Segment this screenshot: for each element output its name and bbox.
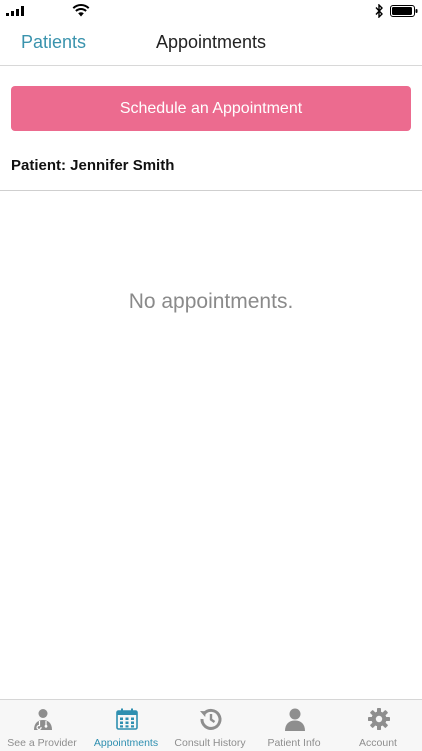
tab-label: Appointments — [93, 737, 159, 749]
tab-account[interactable]: Account — [336, 700, 420, 751]
tab-patient-info[interactable]: Patient Info — [252, 700, 336, 751]
bluetooth-icon — [375, 4, 383, 18]
battery-icon — [390, 5, 418, 17]
tab-label: Patient Info — [267, 737, 321, 749]
cellular-signal-icon — [6, 6, 24, 16]
calendar-icon — [116, 708, 138, 730]
tab-consult-history[interactable]: Consult History — [168, 700, 252, 751]
person-icon — [285, 708, 305, 731]
doctor-icon — [34, 709, 52, 731]
history-icon — [200, 708, 222, 730]
gear-icon — [368, 708, 390, 730]
empty-state-message: No appointments. — [128, 290, 294, 313]
tab-appointments[interactable]: Appointments — [84, 700, 168, 751]
tab-label: Consult History — [174, 737, 246, 749]
patient-name-label: Patient: Jennifer Smith — [11, 157, 175, 174]
wifi-icon — [72, 4, 90, 17]
tab-bar: See a Provider Appointments Consult Hist… — [0, 699, 422, 751]
status-bar — [0, 0, 422, 22]
tab-label: Account — [359, 737, 397, 749]
navigation-bar: Patients Appointments — [0, 22, 422, 66]
patient-header: Patient: Jennifer Smith — [0, 144, 422, 191]
tab-label: See a Provider — [7, 737, 77, 749]
schedule-appointment-button[interactable]: Schedule an Appointment — [11, 86, 411, 131]
tab-see-a-provider[interactable]: See a Provider — [0, 700, 84, 751]
page-title: Appointments — [155, 32, 267, 52]
